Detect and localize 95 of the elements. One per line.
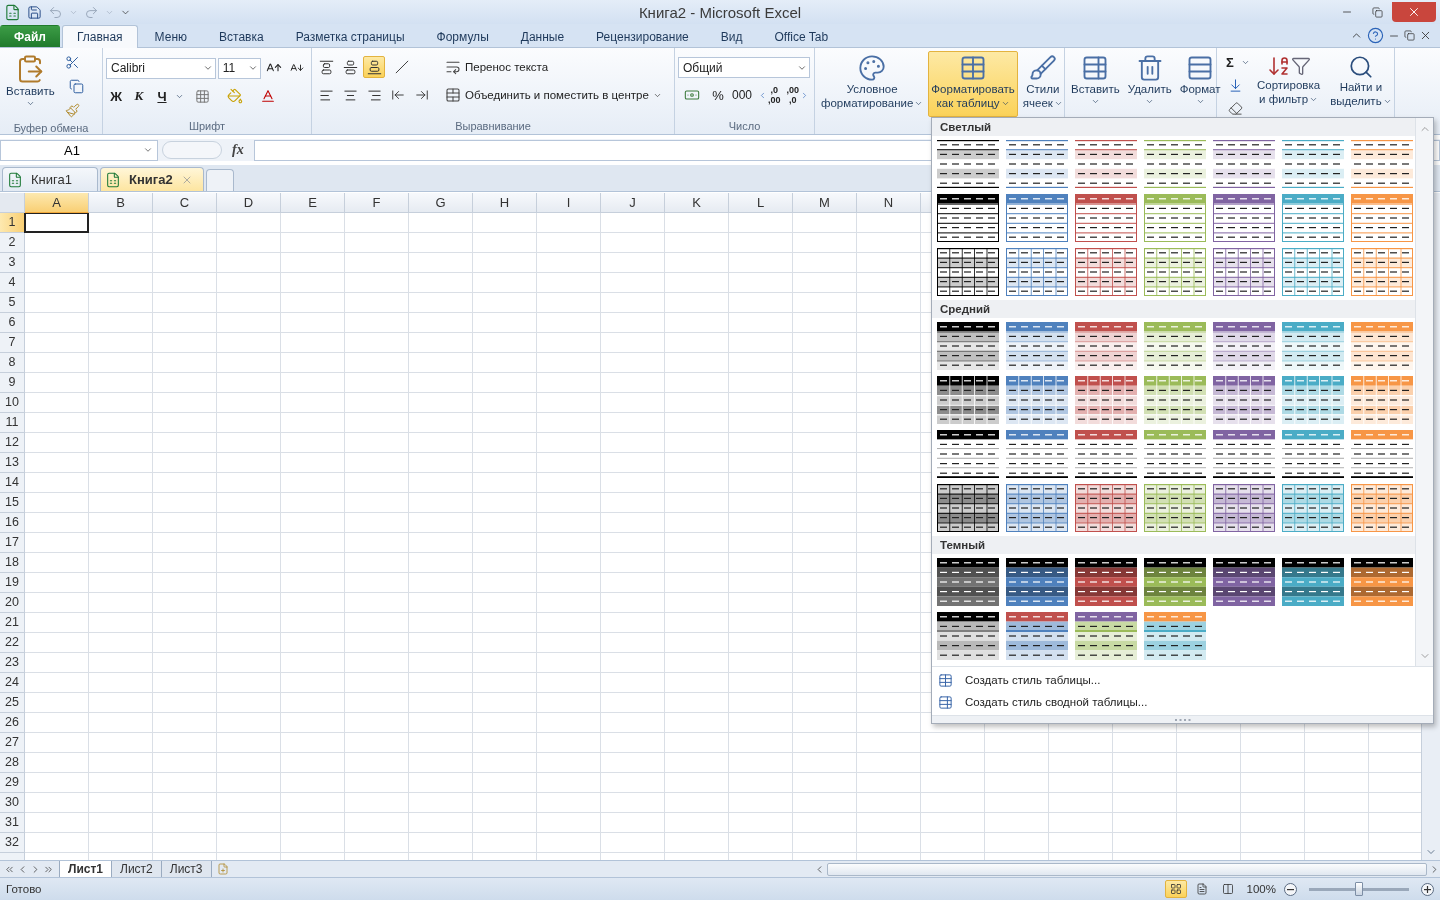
row-header[interactable]: 8 <box>0 353 24 373</box>
font-name-field[interactable]: Calibri <box>106 57 216 79</box>
group-label: Буфер обмена <box>12 121 90 135</box>
column-header[interactable]: M <box>793 193 857 213</box>
section-heading: Темный <box>932 536 1415 554</box>
thousands-button[interactable]: 000 <box>729 84 754 106</box>
row-header[interactable]: 5 <box>0 293 24 313</box>
sort-filter-button[interactable]: Сортировка и фильтр <box>1254 51 1324 117</box>
ribbon-tab[interactable]: Рецензирование <box>581 25 704 47</box>
find-select-button[interactable]: Найти и выделить <box>1327 51 1395 117</box>
ribbon-tab[interactable]: Данные <box>505 25 580 47</box>
paste-button[interactable]: Вставить <box>3 51 58 117</box>
cells-button[interactable]: Вставить <box>1068 51 1123 117</box>
column-header[interactable]: L <box>729 193 793 213</box>
column-header[interactable]: F <box>345 193 409 213</box>
row-header[interactable]: 16 <box>0 513 24 533</box>
percent-button[interactable]: % <box>707 84 728 106</box>
increase-decimal-button[interactable]: ,0 ,00 <box>755 83 783 107</box>
sheet-tab[interactable]: Лист3 <box>160 860 212 878</box>
ribbon-tab[interactable]: Разметка страницы <box>280 25 420 47</box>
zoom-level[interactable]: 100% <box>1246 883 1276 895</box>
ribbon-tab[interactable]: Office Tab <box>759 25 844 47</box>
row-header[interactable]: 7 <box>0 333 24 353</box>
column-header[interactable]: G <box>409 193 473 213</box>
row-header[interactable]: 22 <box>0 633 24 653</box>
column-header[interactable]: N <box>857 193 921 213</box>
styles-button[interactable]: Условное форматирование <box>818 51 927 117</box>
ribbon-tab[interactable]: Главная <box>61 25 138 48</box>
section-heading: Средний <box>932 300 1415 318</box>
row-header[interactable]: 15 <box>0 493 24 513</box>
italic-button[interactable]: К <box>129 85 149 107</box>
column-header[interactable]: K <box>665 193 729 213</box>
row-header[interactable]: 28 <box>0 753 24 773</box>
group-label: Шрифт <box>187 119 227 134</box>
row-header[interactable]: 27 <box>0 733 24 753</box>
styles-button[interactable]: Стили ячеек <box>1019 51 1066 117</box>
workbook-tab[interactable]: Книга2 <box>100 167 204 191</box>
font-size-field[interactable]: 11 <box>217 57 261 79</box>
group-label: Выравнивание <box>454 119 532 134</box>
name-box[interactable]: A1 <box>0 139 158 161</box>
wrap-text-button[interactable]: Перенос текста <box>443 56 664 78</box>
styles-button[interactable]: Форматировать как таблицу <box>928 51 1018 117</box>
section-heading: Светлый <box>932 118 1415 136</box>
row-header[interactable]: 29 <box>0 773 24 793</box>
insert-function-button[interactable]: fx <box>226 142 250 158</box>
ribbon-tab[interactable]: Формулы <box>421 25 504 47</box>
row-header[interactable]: 3 <box>0 253 24 273</box>
merge-center-button[interactable]: Объединить и поместить в центре <box>443 84 664 106</box>
row-header[interactable]: 12 <box>0 433 24 453</box>
cells-button[interactable]: Удалить <box>1124 51 1175 117</box>
row-header[interactable]: 24 <box>0 673 24 693</box>
row-header[interactable]: 21 <box>0 613 24 633</box>
row-header[interactable]: 14 <box>0 473 24 493</box>
ribbon-tab[interactable]: Файл <box>0 25 60 47</box>
row-header[interactable]: 32 <box>0 833 24 853</box>
row-header[interactable]: 18 <box>0 553 24 573</box>
number-format-field[interactable]: Общий <box>678 57 810 78</box>
ribbon-tab[interactable]: Вид <box>705 25 758 47</box>
row-header[interactable]: 17 <box>0 533 24 553</box>
column-header[interactable]: E <box>281 193 345 213</box>
ribbon-tab[interactable]: Вставка <box>204 25 279 47</box>
row-header[interactable]: 20 <box>0 593 24 613</box>
bold-button[interactable]: Ж <box>106 85 126 107</box>
row-header[interactable]: 19 <box>0 573 24 593</box>
row-header[interactable]: 23 <box>0 653 24 673</box>
workbook-tab[interactable]: Книга1 <box>2 167 98 191</box>
row-header[interactable]: 6 <box>0 313 24 333</box>
row-header[interactable]: 26 <box>0 713 24 733</box>
window-title: Книга2 - Microsoft Excel <box>638 3 802 21</box>
group-label: Число <box>727 119 762 134</box>
row-header[interactable]: 13 <box>0 453 24 473</box>
menu-item[interactable]: Создать стиль таблицы... <box>932 669 1433 691</box>
menu-item[interactable]: Создать стиль сводной таблицы... <box>932 691 1433 713</box>
column-header[interactable]: B <box>89 193 153 213</box>
column-header[interactable]: D <box>217 193 281 213</box>
column-header[interactable]: H <box>473 193 537 213</box>
ribbon-tab[interactable]: Меню <box>139 25 203 47</box>
row-header[interactable]: 30 <box>0 793 24 813</box>
sheet-tab[interactable]: Лист1 <box>59 860 113 878</box>
row-header[interactable]: 25 <box>0 693 24 713</box>
column-header[interactable]: A <box>25 193 89 213</box>
status-text: Готово <box>6 883 42 895</box>
row-header[interactable]: 9 <box>0 373 24 393</box>
row-header[interactable]: 11 <box>0 413 24 433</box>
row-header[interactable]: 10 <box>0 393 24 413</box>
row-header[interactable]: 1 <box>0 213 24 233</box>
underline-button[interactable]: Ч <box>152 85 172 107</box>
column-header[interactable]: J <box>601 193 665 213</box>
decrease-decimal-button[interactable]: ,00 ,0 <box>784 83 811 107</box>
row-header[interactable]: 31 <box>0 813 24 833</box>
column-header[interactable]: I <box>537 193 601 213</box>
row-header[interactable]: 2 <box>0 233 24 253</box>
sheet-tab[interactable]: Лист2 <box>111 860 162 878</box>
row-header[interactable]: 4 <box>0 273 24 293</box>
column-header[interactable]: C <box>153 193 217 213</box>
